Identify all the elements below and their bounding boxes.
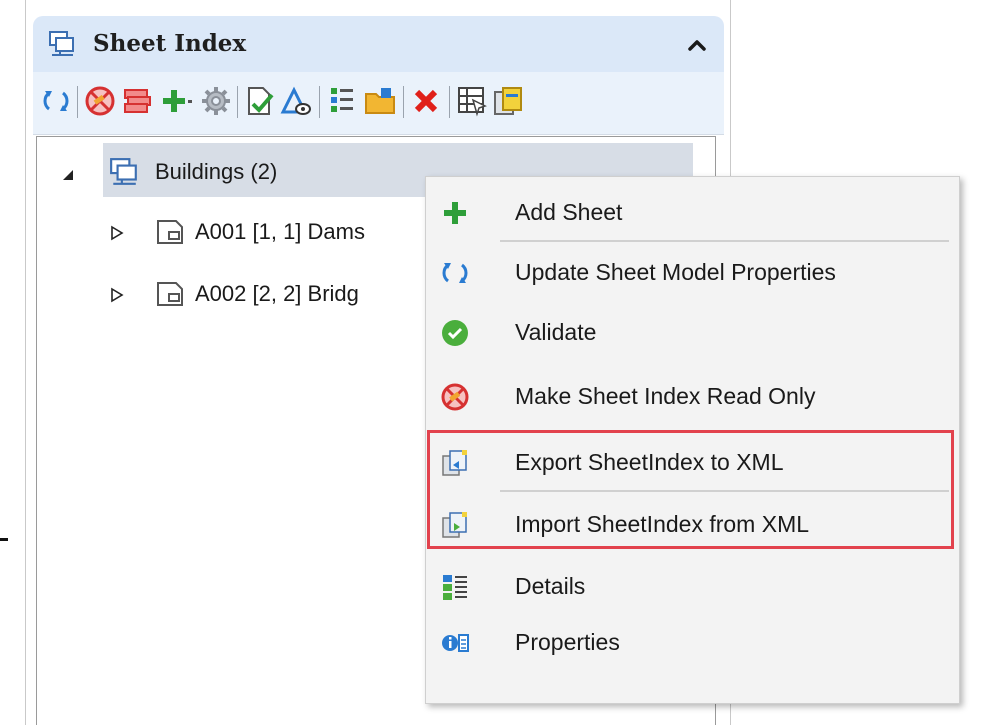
import-icon[interactable] <box>491 84 525 118</box>
sheet-index-icon <box>49 31 74 56</box>
toolbar-separator <box>237 86 238 118</box>
folder-add-icon[interactable] <box>363 84 397 118</box>
menu-item-label: Import SheetIndex from XML <box>515 511 810 537</box>
menu-item-label: Validate <box>515 319 597 345</box>
left-margin <box>0 0 25 725</box>
toolbar-separator <box>319 86 320 118</box>
check-circle-icon <box>442 320 468 346</box>
menu-item-export-xml[interactable]: Export SheetIndex to XML <box>426 433 959 493</box>
sheet-index-icon <box>110 158 137 185</box>
add-icon <box>444 202 466 224</box>
validate-icon[interactable] <box>243 84 277 118</box>
menu-item-label: Export SheetIndex to XML <box>515 449 784 475</box>
menu-item-make-read-only[interactable]: Make Sheet Index Read Only <box>426 367 959 427</box>
stack-sheets-icon[interactable] <box>121 84 155 118</box>
tree-details-icon[interactable] <box>325 84 359 118</box>
menu-item-label: Add Sheet <box>515 199 623 225</box>
refresh-icon[interactable] <box>39 84 73 118</box>
left-edge-mark <box>0 538 8 541</box>
tree-item-label: Buildings (2) <box>155 159 278 184</box>
menu-item-properties[interactable]: Properties <box>426 613 959 673</box>
sheet-icon <box>157 282 183 306</box>
table-export-icon[interactable] <box>455 84 489 118</box>
collapsed-arrow-icon[interactable] <box>109 225 125 241</box>
menu-item-label: Update Sheet Model Properties <box>515 259 836 285</box>
properties-visible-icon[interactable] <box>279 84 313 118</box>
menu-item-label: Properties <box>515 629 620 655</box>
tree-item-label[interactable]: A001 [1, 1] Dams <box>195 219 365 245</box>
menu-item-details[interactable]: Details <box>426 557 959 617</box>
read-only-icon <box>441 383 469 411</box>
toolbar-separator <box>77 86 78 118</box>
export-xml-icon <box>442 450 467 476</box>
details-icon <box>443 575 467 600</box>
gear-icon[interactable] <box>199 84 233 118</box>
panel-toolbar <box>33 72 724 135</box>
info-icon <box>442 634 469 652</box>
sheet-icon <box>157 220 183 244</box>
collapsed-arrow-icon[interactable] <box>109 287 125 303</box>
read-only-icon[interactable] <box>83 84 117 118</box>
tree-item-label[interactable]: A002 [2, 2] Bridg <box>195 281 359 307</box>
menu-item-label: Details <box>515 573 586 599</box>
menu-item-add-sheet[interactable]: Add Sheet <box>426 183 959 243</box>
delete-icon[interactable] <box>409 84 443 118</box>
panel-header[interactable]: Sheet Index <box>33 16 724 72</box>
panel-title: Sheet Index <box>93 30 247 57</box>
import-xml-icon <box>442 512 467 538</box>
toolbar-separator <box>449 86 450 118</box>
expanded-arrow-icon[interactable] <box>61 167 77 183</box>
menu-item-update-sheet-model-properties[interactable]: Update Sheet Model Properties <box>426 243 959 303</box>
menu-separator <box>500 490 949 492</box>
menu-item-validate[interactable]: Validate <box>426 303 959 363</box>
menu-item-label: Make Sheet Index Read Only <box>515 383 816 409</box>
menu-separator <box>500 240 949 242</box>
refresh-icon <box>442 263 468 283</box>
toolbar-separator <box>403 86 404 118</box>
chevron-up-icon[interactable] <box>686 34 708 56</box>
menu-item-import-xml[interactable]: Import SheetIndex from XML <box>426 495 959 555</box>
context-menu: Add Sheet Update Sheet Model Properties … <box>425 176 960 704</box>
dropdown-arrow-icon[interactable] <box>183 84 197 118</box>
